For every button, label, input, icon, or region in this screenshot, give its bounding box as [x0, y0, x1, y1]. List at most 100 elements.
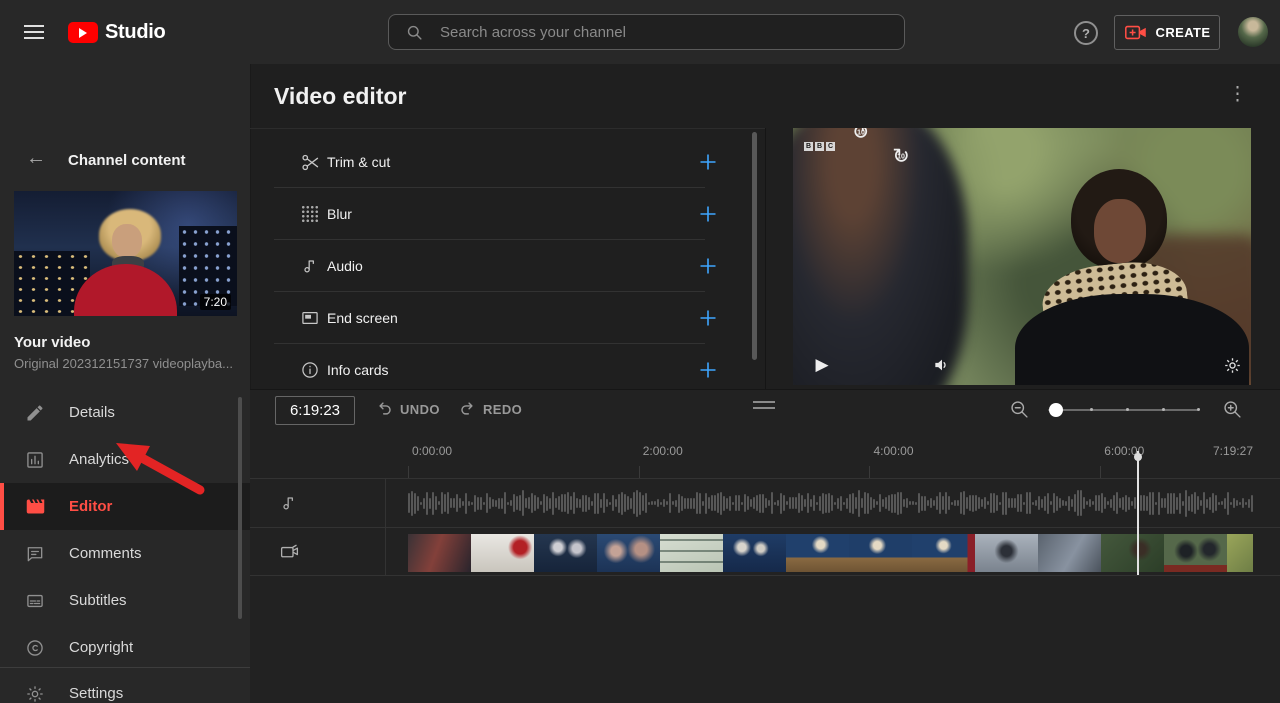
editor-tools-panel: Trim & cut Blur Audio End screen Info cards: [250, 128, 765, 390]
filmstrip-thumbnail: [471, 534, 534, 572]
add-audio-button[interactable]: [698, 256, 718, 276]
zoom-slider-knob[interactable]: [1048, 403, 1063, 417]
menu-icon[interactable]: [24, 25, 44, 39]
timeline-ruler[interactable]: 0:00:00 2:00:00 4:00:00 6:00:00 7:19:27: [250, 433, 1280, 478]
ruler-tick-line: [1100, 466, 1102, 478]
playhead-knob[interactable]: [1133, 453, 1142, 461]
filmstrip-thumbnail: [660, 534, 723, 572]
gear-icon: [23, 682, 47, 703]
undo-label: UNDO: [400, 402, 440, 417]
video-title: Your video: [14, 334, 91, 351]
timeline-tracks: [250, 478, 1280, 576]
playhead[interactable]: [1136, 451, 1139, 575]
ruler-tick-line: [408, 466, 409, 478]
zoom-slider-dot: [1196, 408, 1200, 411]
sidebar: ← Channel content 7:20 Your video Origin…: [0, 64, 250, 703]
page-title: Video editor: [274, 83, 407, 109]
video-track-icon: [277, 539, 301, 563]
redo-icon: [461, 402, 473, 415]
ruler-tick-label: 0:00:00: [412, 444, 453, 458]
tool-row-blur[interactable]: Blur: [250, 188, 765, 240]
preview-frame-art: [793, 128, 968, 385]
sidebar-item-label: Copyright: [69, 639, 134, 656]
sidebar-item-label: Settings: [69, 685, 124, 702]
tool-row-trim-cut[interactable]: Trim & cut: [250, 136, 765, 188]
channel-content-header: Channel content: [68, 152, 186, 169]
ruler-end-label: 7:19:27: [1212, 444, 1253, 458]
youtube-play-icon: [68, 22, 98, 43]
forward-10-button[interactable]: ↻ 10: [889, 144, 913, 168]
bbc-letter: B: [804, 142, 813, 151]
current-time-field[interactable]: 6:19:23: [275, 396, 355, 425]
sidebar-item-subtitles[interactable]: Subtitles: [0, 577, 250, 624]
tool-row-audio[interactable]: Audio: [250, 240, 765, 292]
redo-label: REDO: [483, 402, 523, 417]
filmstrip-thumbnail: [912, 534, 975, 572]
zoom-out-icon[interactable]: [1009, 399, 1030, 420]
pencil-icon: [23, 401, 47, 425]
zoom-slider-dot: [1126, 408, 1129, 411]
tool-label: Info cards: [327, 362, 389, 378]
add-end-screen-button[interactable]: [698, 308, 718, 328]
sidebar-item-comments[interactable]: Comments: [0, 530, 250, 577]
avatar[interactable]: [1238, 17, 1268, 47]
video-preview: BBC ▶ ↺ 10 ↻ 10: [793, 128, 1251, 385]
ruler-tick-label: 2:00:00: [642, 444, 683, 458]
bbc-letter: C: [826, 142, 835, 151]
thumbnail-art: [112, 223, 143, 258]
create-button[interactable]: CREATE: [1114, 15, 1220, 50]
tool-label: End screen: [327, 310, 398, 326]
video-thumbnail[interactable]: 7:20: [14, 191, 237, 316]
sidebar-scrollbar[interactable]: [238, 397, 242, 619]
audio-waveform-track[interactable]: [408, 483, 1253, 523]
create-video-icon: [1124, 24, 1148, 41]
sidebar-item-label: Comments: [69, 545, 142, 562]
search-input[interactable]: [438, 22, 904, 42]
sidebar-item-details[interactable]: Details: [0, 389, 250, 436]
undo-button[interactable]: UNDO: [375, 400, 440, 419]
redo-button[interactable]: REDO: [458, 400, 522, 419]
studio-logo[interactable]: Studio: [68, 21, 166, 44]
filmstrip-thumbnail: [1227, 534, 1253, 572]
movie-icon: [23, 495, 47, 519]
rewind-10-button[interactable]: ↺ 10: [849, 128, 873, 144]
filmstrip-thumbnail: [849, 534, 912, 572]
top-bar: Studio ? CREATE: [0, 0, 1280, 64]
volume-icon[interactable]: [930, 353, 954, 377]
panel-resize-handle[interactable]: [753, 401, 775, 413]
kebab-menu-icon[interactable]: ⋮: [1228, 84, 1247, 106]
filmstrip-thumbnail: [534, 534, 597, 572]
sidebar-item-copyright[interactable]: Copyright: [0, 624, 250, 671]
sidebar-item-label: Editor: [69, 498, 113, 515]
tool-row-end-screen[interactable]: End screen: [250, 292, 765, 344]
add-blur-button[interactable]: [698, 204, 718, 224]
zoom-in-icon[interactable]: [1222, 399, 1243, 420]
bbc-watermark: BBC: [804, 142, 835, 151]
filmstrip-thumbnail: [1164, 534, 1227, 572]
back-arrow-icon[interactable]: ←: [26, 148, 46, 168]
sidebar-item-settings[interactable]: Settings: [0, 670, 250, 703]
zoom-slider-dot: [1162, 408, 1165, 411]
video-filmstrip-track[interactable]: [408, 534, 1253, 572]
add-info-cards-button[interactable]: [698, 360, 718, 380]
zoom-slider-track[interactable]: [1048, 409, 1198, 411]
tools-scrollbar[interactable]: [752, 132, 757, 360]
scissors-icon: [299, 151, 321, 173]
sidebar-item-editor[interactable]: Editor: [0, 483, 250, 530]
zoom-slider-dot: [1090, 408, 1093, 411]
sidebar-footer-nav: SettingsSend feedback: [0, 670, 250, 703]
player-settings-gear-icon[interactable]: [1220, 353, 1244, 377]
search-icon: [405, 23, 424, 42]
sidebar-nav: Details Analytics Editor Comments Subtitles C…: [0, 389, 250, 671]
sidebar-item-analytics[interactable]: Analytics: [0, 436, 250, 483]
add-trim-cut-button[interactable]: [698, 152, 718, 172]
comment-icon: [23, 542, 47, 566]
filmstrip-thumbnail: [408, 534, 471, 572]
help-icon[interactable]: ?: [1074, 21, 1098, 45]
sidebar-item-label: Subtitles: [69, 592, 127, 609]
search-box[interactable]: [388, 14, 905, 50]
play-button[interactable]: ▶: [810, 353, 834, 377]
create-button-label: CREATE: [1155, 25, 1211, 40]
video-subtitle: Original 202312151737 videoplayba...: [14, 356, 234, 371]
filmstrip-thumbnail: [1101, 534, 1164, 572]
